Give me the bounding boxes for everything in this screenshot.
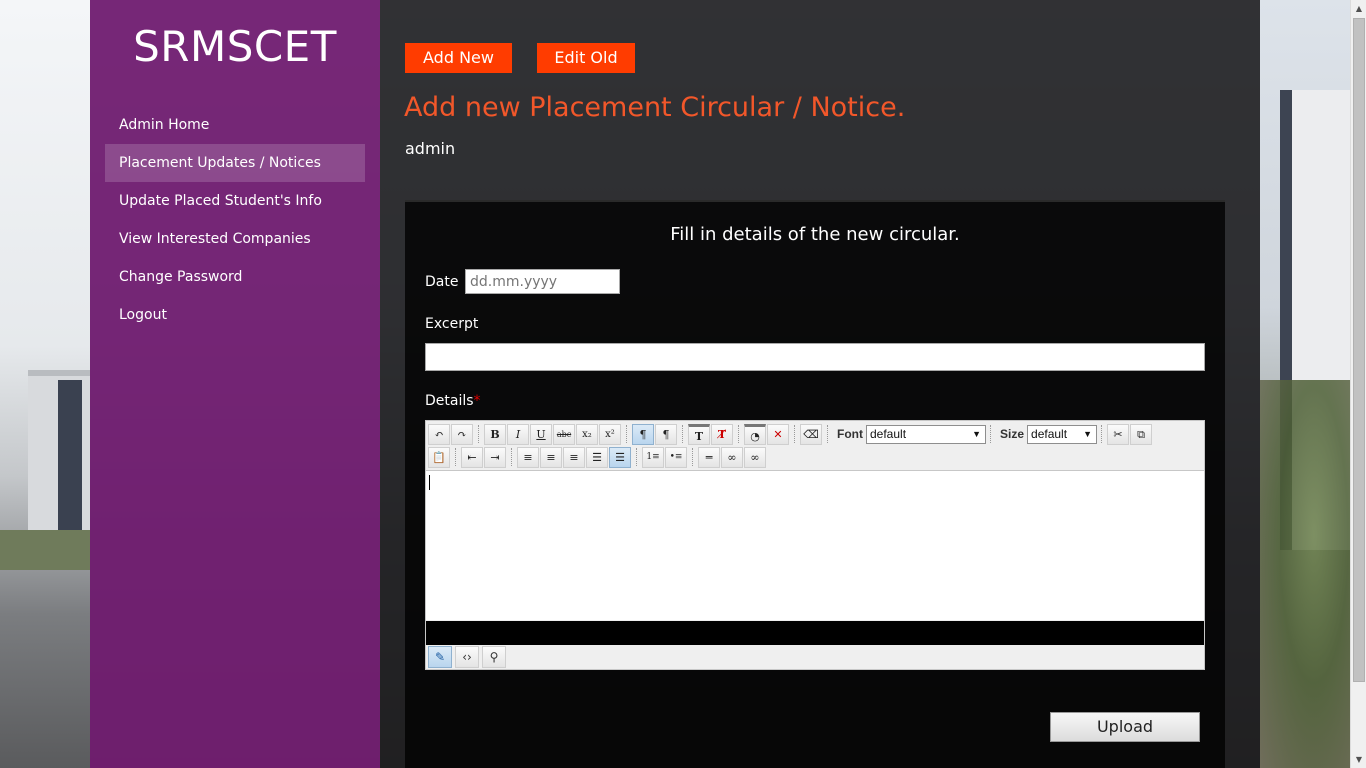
editor-content-area[interactable]: [426, 470, 1204, 620]
text-color-icon[interactable]: T: [688, 423, 710, 445]
unordered-list-icon[interactable]: •≡: [665, 446, 687, 468]
sidebar-item-change-password[interactable]: Change Password: [105, 258, 365, 296]
date-field[interactable]: [465, 269, 620, 294]
current-user: admin: [405, 139, 456, 158]
main-content: Add New Edit Old Add new Placement Circu…: [380, 0, 1260, 768]
background-trees: [1260, 380, 1350, 768]
redo-icon[interactable]: ↷: [451, 423, 473, 445]
details-label-text: Details: [425, 393, 474, 409]
scroll-up-icon[interactable]: ▲: [1351, 0, 1366, 17]
page-title: Add new Placement Circular / Notice.: [404, 92, 906, 123]
details-label: Details*: [425, 393, 481, 409]
preview-mode-icon[interactable]: ⚲: [482, 646, 506, 668]
size-select[interactable]: default ▼: [1027, 424, 1098, 444]
circular-form: Fill in details of the new circular. Dat…: [405, 200, 1225, 768]
add-new-button[interactable]: Add New: [405, 43, 512, 73]
sidebar-item-placement-updates[interactable]: Placement Updates / Notices: [105, 144, 365, 182]
background-left: [0, 0, 90, 768]
paste-icon[interactable]: 📋: [428, 446, 450, 468]
undo-icon[interactable]: ↶: [428, 423, 450, 445]
rich-text-editor: ↶ ↷ B I U abc x₂ x² ¶ ¶ T T̸ ◔ ✕ ⌫ Font …: [425, 420, 1205, 670]
date-label: Date: [425, 274, 459, 290]
editor-toolbar-row-1: ↶ ↷ B I U abc x₂ x² ¶ ¶ T T̸ ◔ ✕ ⌫ Font …: [428, 423, 1204, 445]
link-icon[interactable]: ∞: [721, 446, 743, 468]
font-select-value: default: [870, 426, 907, 441]
toolbar-separator: [990, 425, 996, 443]
remove-highlight-icon[interactable]: ✕: [767, 423, 789, 445]
sidebar-item-update-placed-info[interactable]: Update Placed Student's Info: [105, 182, 365, 220]
size-label: Size: [1000, 427, 1025, 441]
editor-mode-bar: ✎ ‹› ⚲: [428, 646, 509, 668]
chevron-down-icon: ▼: [1083, 428, 1093, 439]
background-building-dark: [58, 380, 82, 530]
strikethrough-icon[interactable]: abc: [553, 423, 575, 445]
sidebar-item-admin-home[interactable]: Admin Home: [105, 106, 365, 144]
underline-icon[interactable]: U: [530, 423, 552, 445]
copy-icon[interactable]: ⧉: [1130, 423, 1153, 445]
sidebar: SRMSCET Admin Home Placement Updates / N…: [90, 0, 380, 768]
align-right-icon[interactable]: ≡: [563, 446, 585, 468]
remove-format-icon[interactable]: T̸: [711, 423, 733, 445]
bold-icon[interactable]: B: [484, 423, 506, 445]
align-center-icon[interactable]: ≡: [540, 446, 562, 468]
editor-status-bar: [426, 621, 1204, 645]
background-right: [1260, 0, 1350, 768]
ltr-icon[interactable]: ¶: [632, 423, 654, 445]
text-cursor: [429, 475, 430, 490]
sidebar-item-logout[interactable]: Logout: [105, 296, 365, 334]
page-scrollbar[interactable]: ▲ ▼: [1350, 0, 1366, 768]
font-label: Font: [837, 427, 863, 441]
ordered-list-icon[interactable]: 1≡: [642, 446, 664, 468]
required-mark: *: [473, 393, 481, 409]
font-select[interactable]: default ▼: [866, 424, 986, 444]
align-left-icon[interactable]: ≡: [517, 446, 539, 468]
html-mode-icon[interactable]: ‹›: [455, 646, 479, 668]
scrollbar-thumb[interactable]: [1353, 18, 1365, 682]
form-heading: Fill in details of the new circular.: [670, 224, 960, 245]
upload-button[interactable]: Upload: [1050, 712, 1200, 742]
editor-toolbar-row-2: 📋 ⇤ ⇥ ≡ ≡ ≡ ☰ ☰ 1≡ •≡ ═ ∞ ∞: [428, 446, 767, 468]
excerpt-label: Excerpt: [425, 316, 479, 332]
italic-icon[interactable]: I: [507, 423, 529, 445]
edit-old-button[interactable]: Edit Old: [537, 43, 635, 73]
size-select-value: default: [1031, 426, 1068, 441]
justify-icon[interactable]: ☰: [586, 446, 608, 468]
sidebar-item-interested-companies[interactable]: View Interested Companies: [105, 220, 365, 258]
highlight-color-icon[interactable]: ◔: [744, 423, 766, 445]
eraser-icon[interactable]: ⌫: [800, 423, 822, 445]
unlink-icon[interactable]: ∞: [744, 446, 766, 468]
design-mode-icon[interactable]: ✎: [428, 646, 452, 668]
horizontal-rule-icon[interactable]: ═: [698, 446, 720, 468]
scroll-down-icon[interactable]: ▼: [1351, 751, 1366, 768]
indent-icon[interactable]: ⇥: [484, 446, 506, 468]
justify-full-icon[interactable]: ☰: [609, 446, 631, 468]
chevron-down-icon: ▼: [972, 428, 981, 439]
rtl-icon[interactable]: ¶: [655, 423, 677, 445]
background-lawn: [0, 530, 90, 570]
subscript-icon[interactable]: x₂: [576, 423, 598, 445]
outdent-icon[interactable]: ⇤: [461, 446, 483, 468]
cut-icon[interactable]: ✂: [1107, 423, 1130, 445]
excerpt-field[interactable]: [425, 343, 1205, 371]
sidebar-nav: Admin Home Placement Updates / Notices U…: [105, 106, 365, 334]
brand-logo: SRMSCET: [133, 22, 337, 71]
superscript-icon[interactable]: x²: [599, 423, 621, 445]
toolbar-separator: [827, 425, 833, 443]
